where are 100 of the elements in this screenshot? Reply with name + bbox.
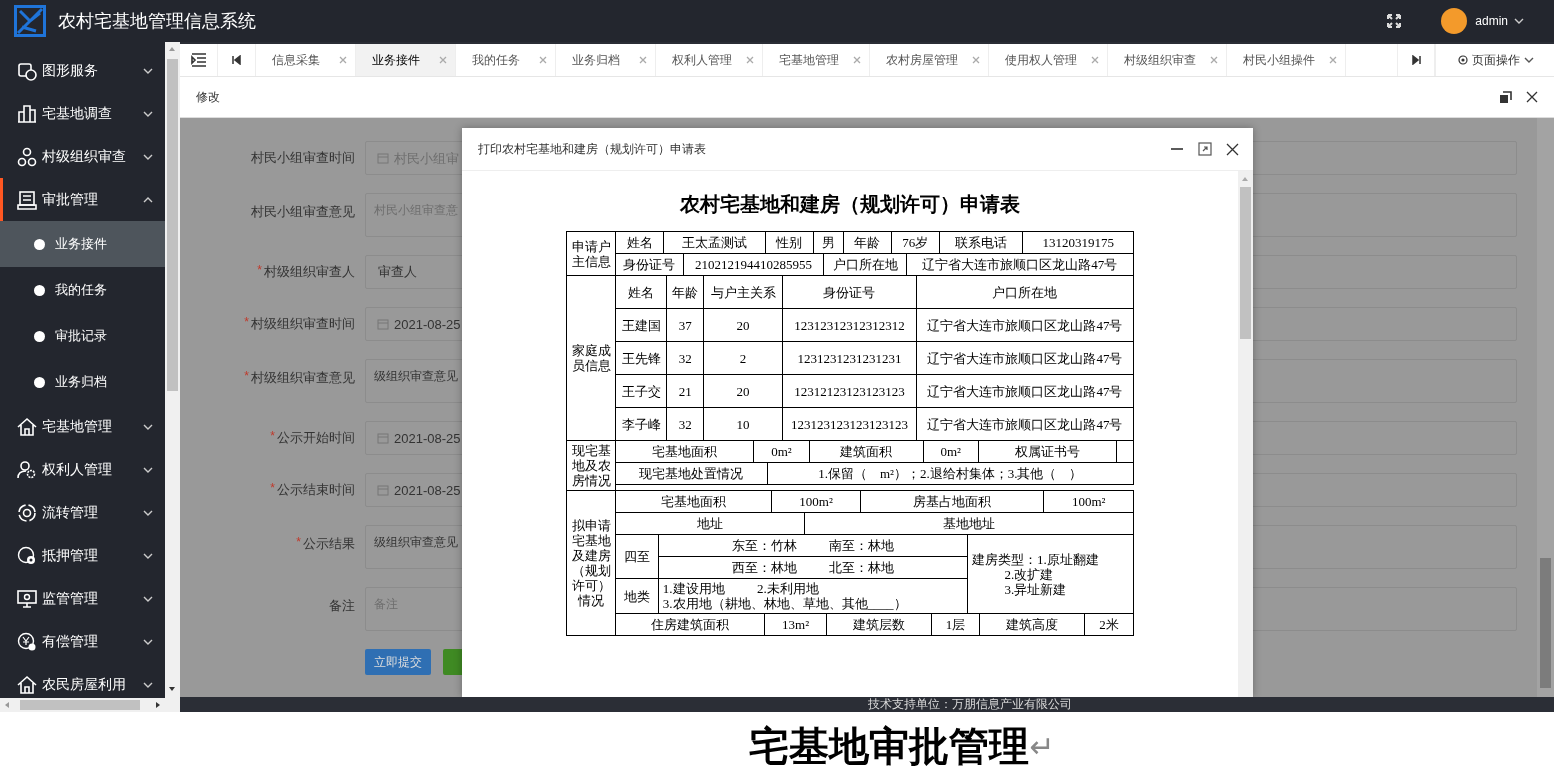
monitor-icon (17, 588, 37, 609)
sidebar-item[interactable]: 农民房屋利用 (0, 663, 165, 698)
maximize-icon[interactable] (1198, 142, 1212, 156)
calendar-icon (377, 432, 389, 444)
page-actions-button[interactable]: 页面操作 (1435, 44, 1554, 76)
calendar-icon (377, 152, 389, 164)
nodes-icon (17, 146, 37, 167)
table-cell: 姓名 (615, 275, 667, 309)
scrollbar-thumb[interactable] (1540, 558, 1551, 688)
table-cell: 21 (666, 374, 704, 408)
tab[interactable]: 权利人管理 (656, 44, 763, 76)
field-label: 公示开始时间 (277, 429, 355, 447)
avatar[interactable] (1441, 8, 1468, 34)
table-cell: 户口所在地 (823, 253, 907, 276)
table-cell: 12312123123123123 (782, 374, 917, 408)
calendar-icon (377, 318, 389, 330)
submenu-item[interactable]: 审批记录 (0, 313, 165, 359)
required-mark: * (270, 481, 275, 497)
table-cell: 76岁 (891, 231, 940, 254)
table-cell: 户口所在地 (916, 275, 1134, 309)
skip-left-icon (232, 55, 241, 65)
sidebar-item[interactable]: 图形服务 (0, 49, 165, 92)
tab[interactable]: 宅基地管理 (763, 44, 870, 76)
logo-icon (14, 5, 46, 37)
paragraph-mark: ↵ (1029, 728, 1055, 764)
scroll-up-icon[interactable] (168, 46, 176, 52)
required-mark: * (296, 535, 301, 551)
dialog-title: 打印农村宅基地和建房（规划许可）申请表 (478, 140, 707, 158)
table-cell: 100m² (771, 490, 861, 513)
sidebar-item[interactable]: 审批管理 (0, 178, 165, 221)
table-cell: 王先锋 (615, 341, 667, 375)
scroll-down-icon[interactable] (168, 686, 176, 692)
table-cell: 东至：竹林 南至：林地 (658, 534, 968, 557)
submenu-item[interactable]: 我的任务 (0, 267, 165, 313)
field-label: 村民小组审查意见 (251, 203, 355, 221)
sidebar-item[interactable]: 村级组织审查 (0, 135, 165, 178)
table-cell: 13120319175 (1023, 231, 1134, 254)
table-cell: 1层 (931, 613, 980, 636)
tab[interactable]: 农村房屋管理 (870, 44, 989, 76)
table-cell: 13m² (764, 613, 827, 636)
table-cell: 地类 (615, 578, 659, 614)
scrollbar[interactable] (1238, 171, 1253, 697)
table-cell: 住房建筑面积 (615, 613, 765, 636)
tab[interactable]: 业务接件 (356, 44, 456, 76)
bullet-icon (34, 238, 45, 250)
scroll-right-button[interactable] (1397, 44, 1435, 76)
calendar-icon (377, 484, 389, 496)
table-cell: 20 (703, 374, 783, 408)
table-cell: 现宅基地及农房情况 (566, 440, 616, 491)
sidebar-item[interactable]: 监管管理 (0, 577, 165, 620)
table-cell: 辽宁省大连市旅顺口区龙山路47号 (906, 253, 1134, 276)
skip-right-icon (1411, 55, 1421, 65)
table-cell: 建房类型：1.原址翻建 2.改扩建 3.异址新建 (967, 534, 1134, 614)
scrollbar-thumb[interactable] (1240, 187, 1251, 339)
sidebar-item[interactable]: 抵押管理 (0, 534, 165, 577)
restore-icon[interactable] (1499, 90, 1512, 104)
table-cell: 权属证书号 (978, 440, 1117, 463)
scrollbar[interactable] (165, 42, 180, 712)
fullscreen-icon[interactable] (1387, 14, 1402, 28)
sidebar-item[interactable]: 宅基地调查 (0, 92, 165, 135)
sidebar-item[interactable]: 宅基地管理 (0, 405, 165, 448)
user-name[interactable]: admin (1475, 14, 1508, 28)
sidebar-item[interactable]: 有偿管理 (0, 620, 165, 663)
close-icon[interactable] (1526, 91, 1538, 103)
caption-text: 宅基地审批管理 (749, 722, 1030, 771)
field-label: 村级组织审查意见 (251, 369, 355, 387)
target-icon (1458, 55, 1468, 65)
table-cell: 建筑高度 (979, 613, 1085, 636)
table-cell: 年龄 (843, 231, 892, 254)
table-cell: 辽宁省大连市旅顺口区龙山路47号 (916, 308, 1134, 342)
field-label: 村民小组审查时间 (251, 149, 355, 167)
field-label: 公示结束时间 (277, 481, 355, 499)
table-cell: 与户主关系 (703, 275, 783, 309)
scrollbar-thumb[interactable] (20, 700, 140, 710)
tab[interactable]: 业务归档 (556, 44, 656, 76)
table-cell: 性别 (765, 231, 814, 254)
tab[interactable]: 村级组织审查 (1108, 44, 1227, 76)
scroll-left-icon[interactable] (4, 701, 10, 709)
close-icon[interactable] (1226, 142, 1239, 156)
table-cell: 210212194410285955 (683, 253, 824, 276)
shapes-icon (17, 60, 37, 81)
table-cell: 王子交 (615, 374, 667, 408)
sidebar-item[interactable]: 流转管理 (0, 491, 165, 534)
scrollbar-thumb[interactable] (167, 59, 178, 391)
scrollbar[interactable] (1537, 118, 1554, 697)
tab[interactable]: 我的任务 (456, 44, 556, 76)
scroll-right-icon[interactable] (155, 701, 161, 709)
submit-button[interactable]: 立即提交 (365, 649, 431, 675)
field-label: 村级组织审查人 (264, 263, 355, 281)
table-cell: 辽宁省大连市旅顺口区龙山路47号 (916, 341, 1134, 375)
house-icon (17, 674, 37, 695)
scrollbar[interactable] (0, 698, 165, 712)
field-label: 备注 (329, 597, 355, 615)
tab[interactable]: 村民小组操件 (1227, 44, 1346, 76)
sidebar-item[interactable]: 权利人管理 (0, 448, 165, 491)
table-cell: 身份证号 (782, 275, 917, 309)
submenu-item[interactable]: 业务归档 (0, 359, 165, 405)
submenu-item[interactable]: 业务接件 (0, 221, 165, 267)
field-label: 村级组织审查时间 (251, 315, 355, 333)
tab[interactable]: 使用权人管理 (989, 44, 1108, 76)
